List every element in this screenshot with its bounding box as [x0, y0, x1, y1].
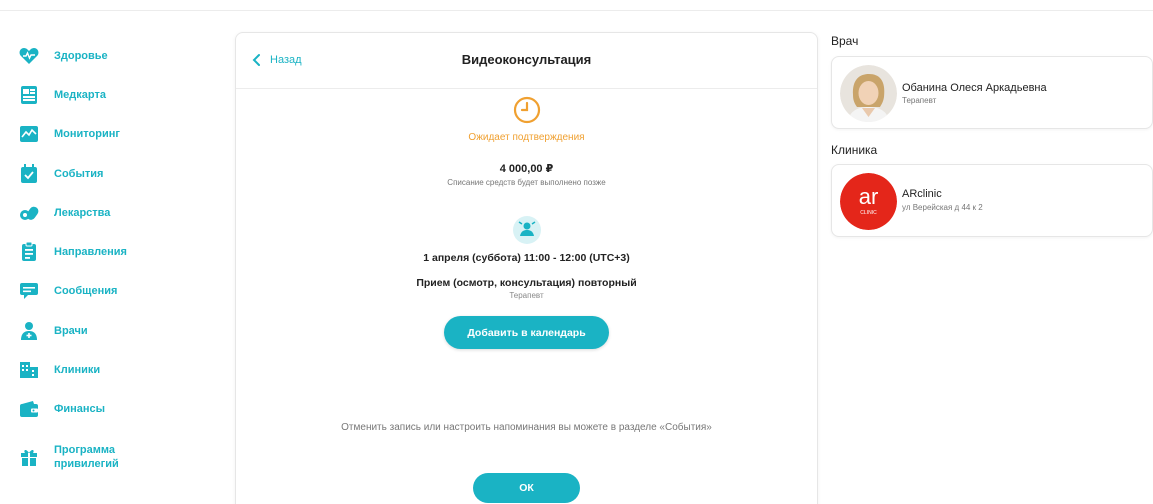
clinic-card[interactable]: ar CLINIC ARclinic ул Верейская д 44 к 2 [831, 164, 1153, 237]
wallet-icon [18, 398, 40, 420]
sidebar-item-privileges[interactable]: Программа привилегий [18, 433, 218, 481]
heart-icon [18, 45, 40, 67]
clipboard-icon [18, 241, 40, 263]
sidebar-item-events[interactable]: События [18, 154, 218, 193]
clinic-logo-text: ar [859, 184, 879, 209]
service-specialty: Терапевт [509, 291, 544, 300]
appointment-datetime: 1 апреля (суббота) 11:00 - 12:00 (UTC+3) [423, 252, 630, 264]
price-note: Списание средств будет выполнено позже [447, 178, 606, 187]
doctor-section-title: Врач [831, 34, 859, 48]
pills-icon [18, 202, 40, 224]
doctor-avatar [840, 65, 897, 122]
calendar-check-icon [18, 163, 40, 185]
sidebar-item-label: События [54, 167, 104, 180]
sidebar-item-label: Финансы [54, 403, 106, 416]
clinic-logo-subtext: CLINIC [860, 210, 877, 216]
sidebar-item-medicines[interactable]: Лекарства [18, 193, 218, 232]
sidebar-item-label: Программа привилегий [54, 443, 119, 470]
sidebar-item-label: Лекарства [54, 206, 111, 219]
sidebar: Здоровье Медкарта Мониторинг События Лек… [18, 36, 218, 481]
clinic-section-title: Клиника [831, 143, 878, 157]
sidebar-item-label: Клиники [54, 364, 101, 377]
top-divider [0, 10, 1153, 11]
sidebar-item-monitoring[interactable]: Мониторинг [18, 115, 218, 154]
doctor-specialty: Терапевт [902, 96, 937, 105]
doctor-name: Обанина Олеся Аркадьевна [902, 82, 1047, 94]
service-name: Прием (осмотр, консультация) повторный [416, 277, 637, 289]
status-text: Ожидает подтверждения [468, 132, 585, 143]
clinic-logo: ar CLINIC [840, 173, 897, 230]
sidebar-item-finance[interactable]: Финансы [18, 390, 218, 429]
clock-icon [512, 95, 542, 125]
sidebar-item-doctors[interactable]: Врачи [18, 311, 218, 350]
page-title: Видеоконсультация [461, 52, 592, 67]
sidebar-item-label: Врачи [54, 324, 88, 337]
chat-icon [18, 280, 40, 302]
doctor-icon [18, 320, 40, 342]
clinic-address: ул Верейская д 44 к 2 [902, 203, 983, 212]
sidebar-item-referrals[interactable]: Направления [18, 232, 218, 271]
ok-button[interactable]: ОК [473, 473, 580, 503]
add-to-calendar-button[interactable]: Добавить в календарь [444, 316, 609, 349]
medcard-icon [18, 84, 40, 106]
sidebar-item-label: Здоровье [54, 49, 108, 62]
doctor-card[interactable]: Обанина Олеся Аркадьевна Терапевт [831, 56, 1153, 129]
monitoring-icon [18, 123, 40, 145]
card-header: Назад Видеоконсультация [236, 33, 817, 89]
sidebar-item-label: Направления [54, 246, 127, 259]
sidebar-item-clinics[interactable]: Клиники [18, 350, 218, 389]
info-text: Отменить запись или настроить напоминани… [341, 422, 712, 433]
sidebar-item-label: Мониторинг [54, 128, 120, 141]
sidebar-item-health[interactable]: Здоровье [18, 36, 218, 75]
consultation-card: Назад Видеоконсультация Ожидает подтверж… [235, 32, 818, 504]
sidebar-item-label: Сообщения [54, 285, 118, 298]
gift-icon [18, 446, 40, 468]
clinic-building-icon [18, 359, 40, 381]
sidebar-item-messages[interactable]: Сообщения [18, 272, 218, 311]
clinic-name: ARclinic [902, 188, 942, 200]
price: 4 000,00 ₽ [499, 163, 554, 175]
sidebar-item-medcard[interactable]: Медкарта [18, 75, 218, 114]
sidebar-item-label: Медкарта [54, 88, 106, 101]
video-call-icon [512, 215, 542, 245]
